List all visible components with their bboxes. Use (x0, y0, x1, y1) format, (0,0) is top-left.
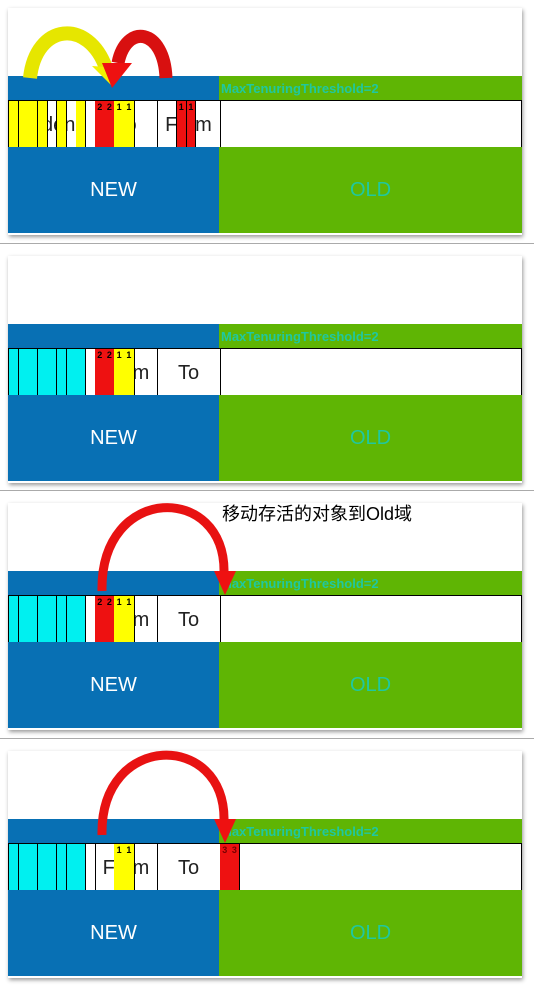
arrowhead (214, 571, 236, 595)
divider (0, 490, 534, 491)
red-arrow (111, 29, 173, 79)
red-arrow (97, 503, 229, 592)
arrowhead (214, 819, 236, 843)
red-arrow (97, 750, 229, 836)
divider (0, 243, 534, 244)
yellow-arrow (23, 26, 113, 80)
panel-4: MaxTenuringThreshold=2 Eden From To1133 … (8, 750, 522, 978)
panel-3: MaxTenuringThreshold=2 Eden From To2211 … (8, 503, 522, 730)
panel-2: MaxTenuringThreshold=2 Eden From To2211 … (8, 256, 522, 483)
divider (0, 738, 534, 739)
caption: 移动存活的对象到Old域 (222, 504, 413, 524)
panel-1: MaxTenuringThreshold=2 Eden To From22111… (8, 8, 522, 235)
